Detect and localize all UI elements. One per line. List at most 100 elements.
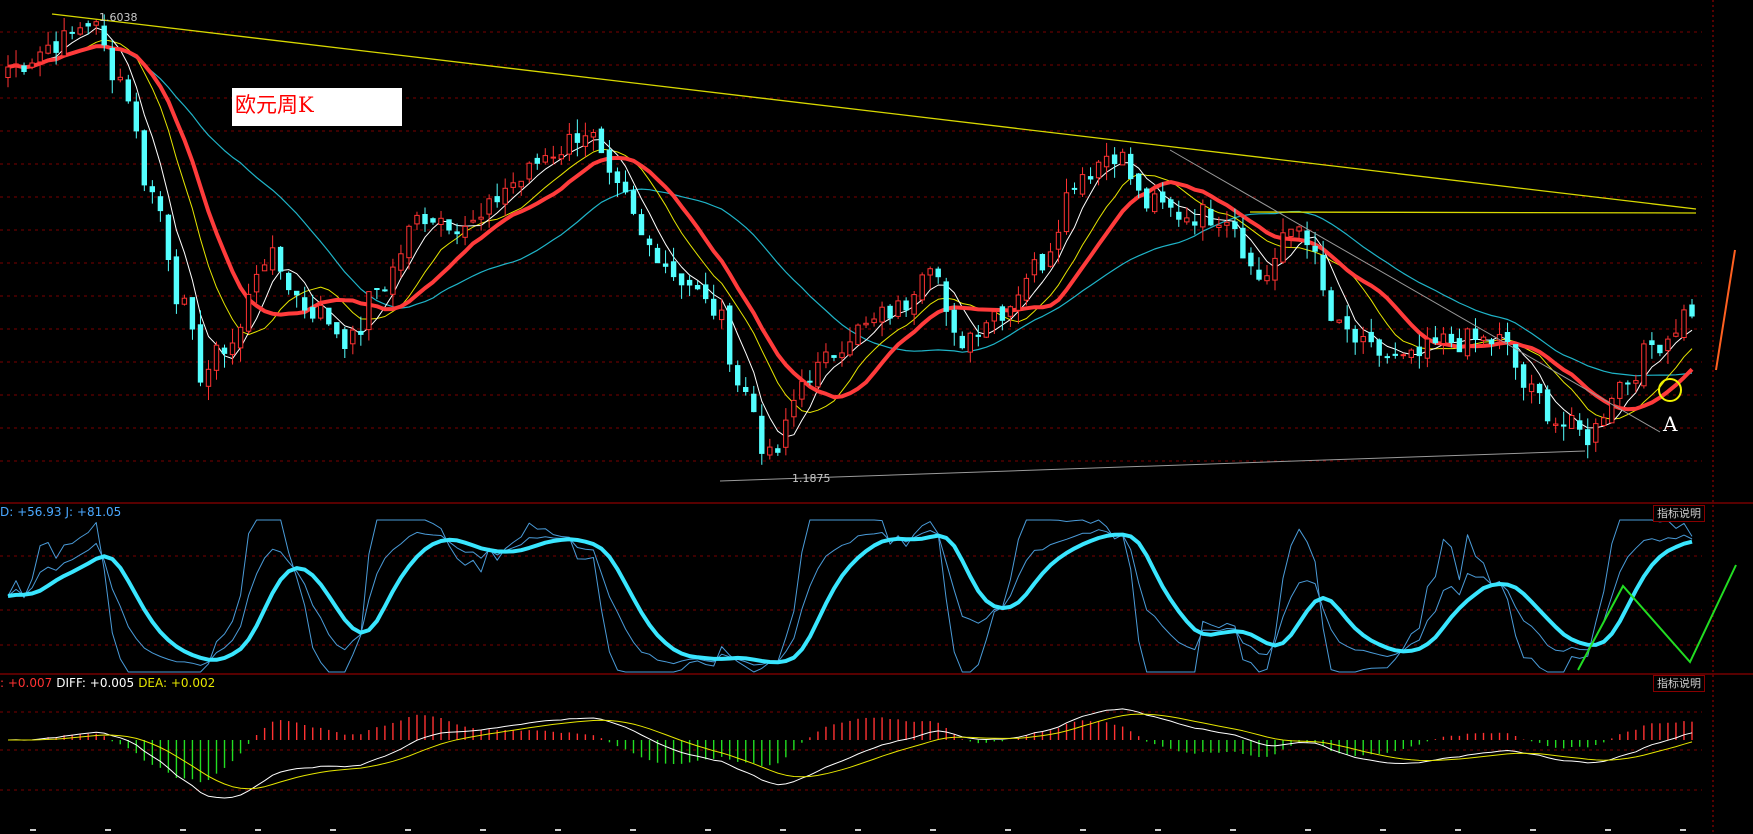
candle-body	[197, 324, 204, 383]
candle-body	[1144, 188, 1150, 209]
candle-body	[1119, 151, 1126, 166]
candle-body	[1272, 257, 1278, 281]
candle-body	[887, 305, 893, 319]
candle-body	[871, 318, 877, 324]
candle-body	[1368, 331, 1374, 343]
candle-body	[1617, 381, 1623, 399]
candle-body	[77, 27, 83, 35]
kdj-lines	[7, 519, 1693, 673]
candle-body	[1055, 231, 1062, 250]
candle-body	[598, 128, 605, 154]
candle-body	[799, 381, 805, 400]
candle-body	[911, 294, 917, 315]
candle-body	[783, 419, 789, 448]
chart-title-box: 欧元周K	[232, 88, 402, 126]
annotation-point-a: A	[1662, 412, 1678, 436]
macd-indicator-help-button[interactable]: 指标说明	[1653, 675, 1705, 692]
candle-body	[1456, 338, 1463, 353]
candle-body	[1360, 336, 1366, 343]
candle-body	[542, 155, 548, 163]
candle-body	[1328, 290, 1334, 321]
candle-body	[582, 135, 589, 147]
candle-body	[85, 23, 91, 27]
candle-body	[1224, 221, 1230, 226]
candle-body	[205, 368, 212, 387]
candle-body	[1136, 173, 1142, 191]
candle-body	[1553, 423, 1559, 426]
candle-body	[1039, 254, 1046, 271]
candle-body	[318, 304, 324, 319]
candle-body	[5, 66, 11, 78]
candle-body	[302, 297, 308, 311]
candle-body	[694, 285, 701, 290]
candle-body	[1103, 155, 1110, 168]
candle-body	[1087, 176, 1094, 180]
candle-body	[1152, 193, 1158, 213]
candle-body	[286, 272, 292, 291]
candle-body	[221, 347, 228, 354]
candle-body	[1625, 382, 1631, 385]
candle-body	[1063, 192, 1070, 233]
candle-body	[1192, 221, 1198, 226]
candle-body	[1681, 309, 1687, 338]
candle-body	[342, 329, 348, 350]
kdj-value-0: D: +56.93	[0, 505, 62, 519]
kdj-indicator-help-button[interactable]: 指标说明	[1653, 505, 1705, 522]
candle-body	[719, 309, 725, 321]
candle-body	[1480, 336, 1487, 341]
candle-body	[229, 342, 236, 356]
candle-body	[1432, 337, 1439, 344]
macd-readout: : +0.007 DIFF: +0.005 DEA: +0.002	[0, 676, 219, 690]
candle-body	[245, 293, 252, 332]
macd-plot	[7, 708, 1693, 799]
candle-body	[1384, 356, 1390, 359]
candle-body	[1609, 397, 1615, 424]
candle-body	[1184, 217, 1190, 223]
macd-value-2: DEA: +0.002	[138, 676, 216, 690]
candle-body	[1200, 204, 1206, 228]
candle-body	[991, 311, 997, 322]
candle-body	[1264, 275, 1270, 282]
candle-body	[1320, 254, 1326, 291]
candle-body	[703, 284, 709, 300]
candle-body	[1344, 316, 1350, 330]
candle-body	[735, 365, 741, 386]
candle-body	[751, 393, 757, 413]
candle-body	[165, 214, 172, 260]
price-labels: 1.6038 1.1875 A	[99, 11, 1678, 485]
candle-body	[903, 300, 909, 311]
candle-body	[743, 387, 749, 392]
candle-body	[1312, 245, 1318, 252]
candle-body	[630, 190, 637, 214]
candle-body	[398, 253, 404, 271]
candle-body	[1593, 423, 1599, 443]
candle-body	[1023, 277, 1030, 301]
candle-body	[438, 217, 444, 226]
candle-body	[815, 361, 821, 388]
chart-title: 欧元周K	[235, 93, 314, 117]
candle-body	[1665, 338, 1671, 352]
candle-body	[1031, 259, 1038, 276]
candle-body	[662, 263, 669, 267]
candle-body	[927, 268, 933, 276]
candle-body	[109, 48, 115, 81]
candle-body	[470, 219, 476, 223]
candle-body	[237, 326, 244, 349]
candle-body	[310, 307, 316, 319]
candle-body	[1216, 224, 1222, 229]
candle-body	[45, 44, 51, 54]
candle-body	[1408, 349, 1414, 358]
annotations	[1577, 249, 1737, 671]
candle-body	[37, 51, 43, 63]
candle-body	[358, 330, 364, 335]
candle-body	[454, 231, 460, 235]
candle-body	[277, 246, 284, 272]
candle-body	[1007, 306, 1014, 317]
candle-body	[1424, 338, 1431, 359]
candle-body	[1488, 339, 1495, 345]
candle-body	[847, 341, 853, 356]
candle-body	[149, 186, 156, 193]
candle-body	[494, 196, 500, 203]
candle-body	[1248, 252, 1254, 267]
candle-body	[646, 238, 653, 246]
